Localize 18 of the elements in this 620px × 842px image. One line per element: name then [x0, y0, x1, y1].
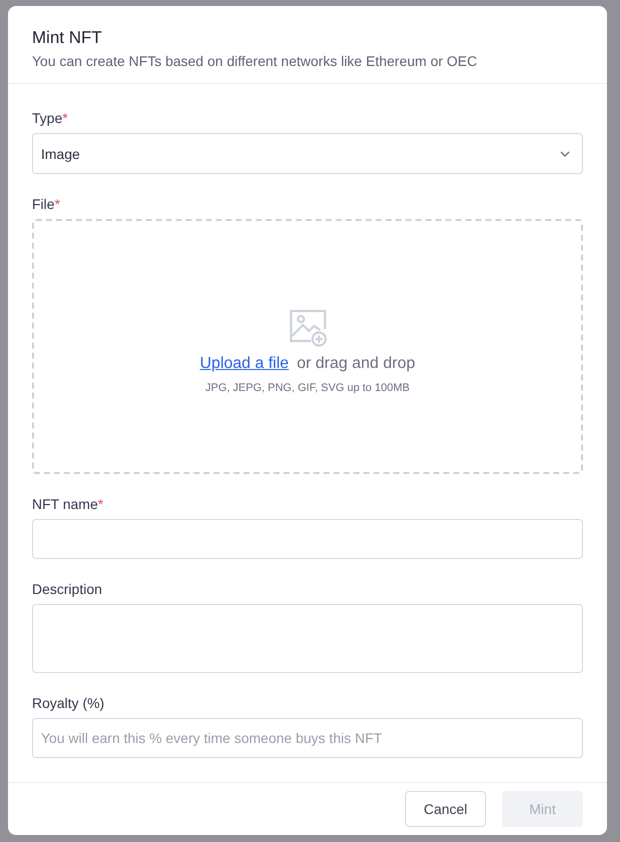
image-add-icon	[288, 309, 326, 347]
field-label: File*	[32, 196, 62, 212]
text-input-field[interactable]: You will earn this % every time someone buys this NFT	[32, 718, 583, 758]
field-label: NFT name*	[32, 496, 104, 512]
text-input-field[interactable]	[32, 519, 583, 559]
dialog-subtitle: You can create NFTs based on different networks like Ethereum or OEC	[32, 53, 478, 69]
dialog-title: Mint NFT	[32, 28, 103, 48]
file-drop-zone[interactable]: Upload a file or drag and drop JPG, JEPG, PNG, GIF, SVG up to 100MB	[32, 219, 583, 474]
chevron-down-icon	[560, 150, 570, 156]
field-label: Type*	[32, 110, 69, 126]
description-field[interactable]	[32, 604, 583, 673]
dialog-button[interactable]: Cancel	[405, 791, 486, 827]
field-label: Royalty (%)	[32, 695, 106, 711]
upload-link[interactable]: Upload a file	[200, 355, 289, 373]
drag-drop-text: or drag and drop	[296, 355, 416, 373]
file-types-hint: JPG, JEPG, PNG, GIF, SVG up to 100MB	[205, 382, 410, 394]
type-select[interactable]: Image	[32, 133, 583, 174]
field-label: Description	[32, 581, 104, 597]
